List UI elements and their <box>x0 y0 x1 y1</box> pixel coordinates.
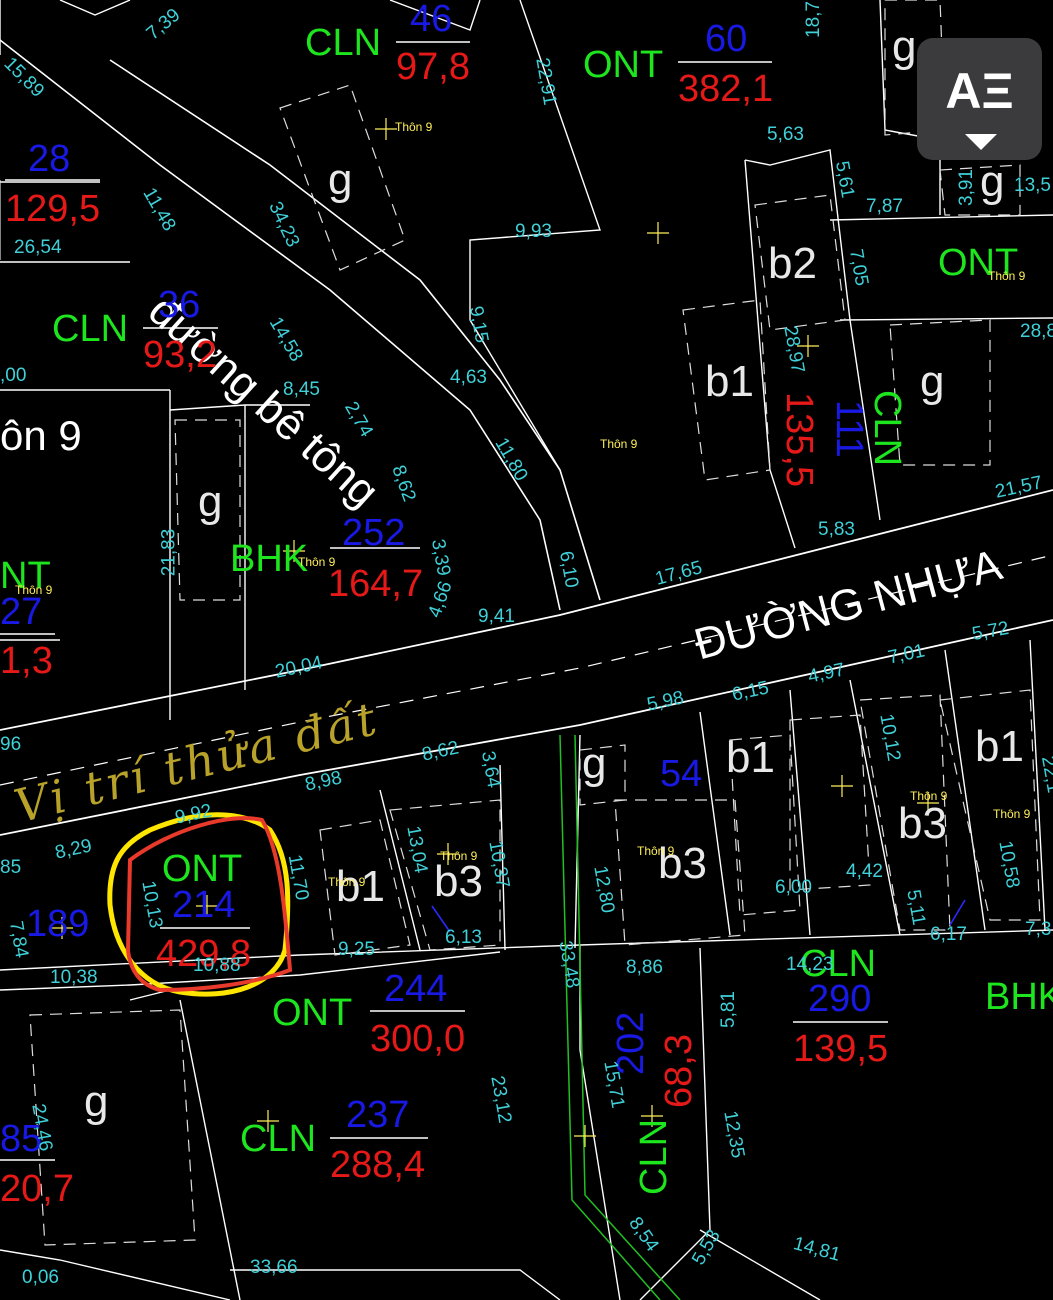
parcel-area: 135,5 <box>778 392 820 488</box>
building-symbol: g <box>980 157 1005 206</box>
building-symbol: g <box>582 739 607 788</box>
dimension-label: 5,81 <box>717 991 739 1028</box>
building-symbol: b1 <box>705 357 754 406</box>
dimension-label: 7,87 <box>866 196 903 217</box>
dimension-label: 33,66 <box>250 1257 298 1278</box>
parcel-area: 20,7 <box>0 1168 74 1210</box>
building-symbol: b2 <box>768 239 817 288</box>
dimension-label: 9,93 <box>515 221 552 242</box>
parcel-use: ONT <box>272 992 353 1034</box>
target-parcel-number[interactable]: 214 <box>172 886 235 924</box>
place-label: Thôn 9 <box>910 789 948 803</box>
text-format-button[interactable]: AΞ <box>917 38 1042 160</box>
building-symbol: g <box>892 22 917 71</box>
dimension-label: 6,00 <box>775 877 812 898</box>
parcel-area: 288,4 <box>330 1144 426 1186</box>
place-label: Thôn 9 <box>15 583 53 597</box>
dimension-label: 5,63 <box>767 124 804 145</box>
place-label: Thôn 9 <box>988 269 1026 283</box>
parcel-area: 93,2 <box>143 334 217 376</box>
dimension-label: 13,5 <box>1014 175 1051 196</box>
parcel-area: 68,3 <box>658 1034 700 1108</box>
parcel-number[interactable]: 237 <box>346 1096 409 1134</box>
parcel-area: 382,1 <box>678 68 774 110</box>
dimension-label: 96 <box>0 734 22 755</box>
target-parcel-use: ONT <box>162 848 243 890</box>
dimension-label: ,00 <box>0 365 27 386</box>
parcel-number[interactable]: 27 <box>0 593 42 631</box>
parcel-number[interactable]: 111 <box>828 400 870 458</box>
dimension-label: 21,83 <box>158 528 180 577</box>
parcel-area: 97,8 <box>396 46 470 88</box>
parcel-area: 139,5 <box>793 1028 889 1070</box>
parcel-use: CLN <box>52 308 129 350</box>
place-label: Thôn 9 <box>993 807 1031 821</box>
text-format-icon: AΞ <box>945 63 1014 119</box>
dimension-label: 8,86 <box>626 957 663 978</box>
dimension-label: 5,83 <box>818 519 855 540</box>
parcel-use: ONT <box>583 44 664 86</box>
parcel-number[interactable]: 46 <box>410 0 452 38</box>
dimension-label: 18,7 <box>802 1 824 38</box>
building-symbol: b1 <box>726 733 775 782</box>
place-label: Thôn 9 <box>395 120 433 134</box>
place-label: Thôn 9 <box>440 849 478 863</box>
dimension-label: 6,13 <box>445 927 482 948</box>
hatch-marks <box>431 899 966 933</box>
dimension-label: 10,38 <box>50 967 98 988</box>
parcel-number[interactable]: 244 <box>384 970 447 1008</box>
parcel-number[interactable]: 28 <box>28 140 70 178</box>
building-symbol: g <box>328 155 353 204</box>
dimension-label: 26,54 <box>14 237 62 258</box>
dimension-label: 6,17 <box>930 924 967 945</box>
dimension-label: 8,45 <box>283 379 320 400</box>
parcel-use: BHK <box>985 976 1053 1018</box>
place-label: Thôn 9 <box>328 875 366 889</box>
dimension-label: 4,63 <box>450 367 487 388</box>
parcel-area: 164,7 <box>328 563 424 605</box>
building-symbol: b1 <box>975 722 1024 771</box>
building-symbol: g <box>920 357 945 406</box>
place-label: Thôn 9 <box>637 844 675 858</box>
parcel-use: CLN <box>305 22 382 64</box>
parcel-number[interactable]: 252 <box>342 514 405 552</box>
place-label: Thôn 9 <box>600 437 638 451</box>
dimension-label: 7,3 <box>1025 919 1052 940</box>
parcel-area: 129,5 <box>5 188 101 230</box>
parcel-number[interactable]: 54 <box>660 755 702 793</box>
dimension-label: 3,91 <box>955 169 977 206</box>
parcel-use: CLN <box>240 1118 317 1160</box>
dimension-label: 4,42 <box>846 861 883 882</box>
dimension-label: 0,06 <box>22 1267 59 1288</box>
building-symbol: g <box>84 1077 109 1126</box>
parcel-use: CLN <box>633 1118 675 1195</box>
parcel-number[interactable]: 290 <box>808 980 871 1018</box>
parcel-area: 1,3 <box>0 640 53 682</box>
parcel-use: BHK <box>230 538 309 580</box>
building-symbol: g <box>198 477 223 526</box>
parcel-number[interactable]: 36 <box>158 286 200 324</box>
dimension-label: 14,23 <box>786 954 834 975</box>
dimension-label: 9,25 <box>338 939 375 960</box>
dimension-label: 9,41 <box>478 606 515 627</box>
dimension-label: 10,88 <box>193 955 241 976</box>
parcel-use: CLN <box>866 390 908 467</box>
dimension-label: 85 <box>0 857 22 878</box>
parcel-number[interactable]: 60 <box>705 20 747 58</box>
parcel-area: 300,0 <box>370 1018 466 1060</box>
dimension-label: 28,8 <box>1020 321 1053 342</box>
village-label: ôn 9 <box>0 412 82 459</box>
building-symbol: b3 <box>898 799 947 848</box>
chevron-down-icon <box>965 134 997 150</box>
building-symbol: b3 <box>434 857 483 906</box>
parcel-number[interactable]: 189 <box>26 905 89 943</box>
place-label: Thôn 9 <box>298 555 336 569</box>
